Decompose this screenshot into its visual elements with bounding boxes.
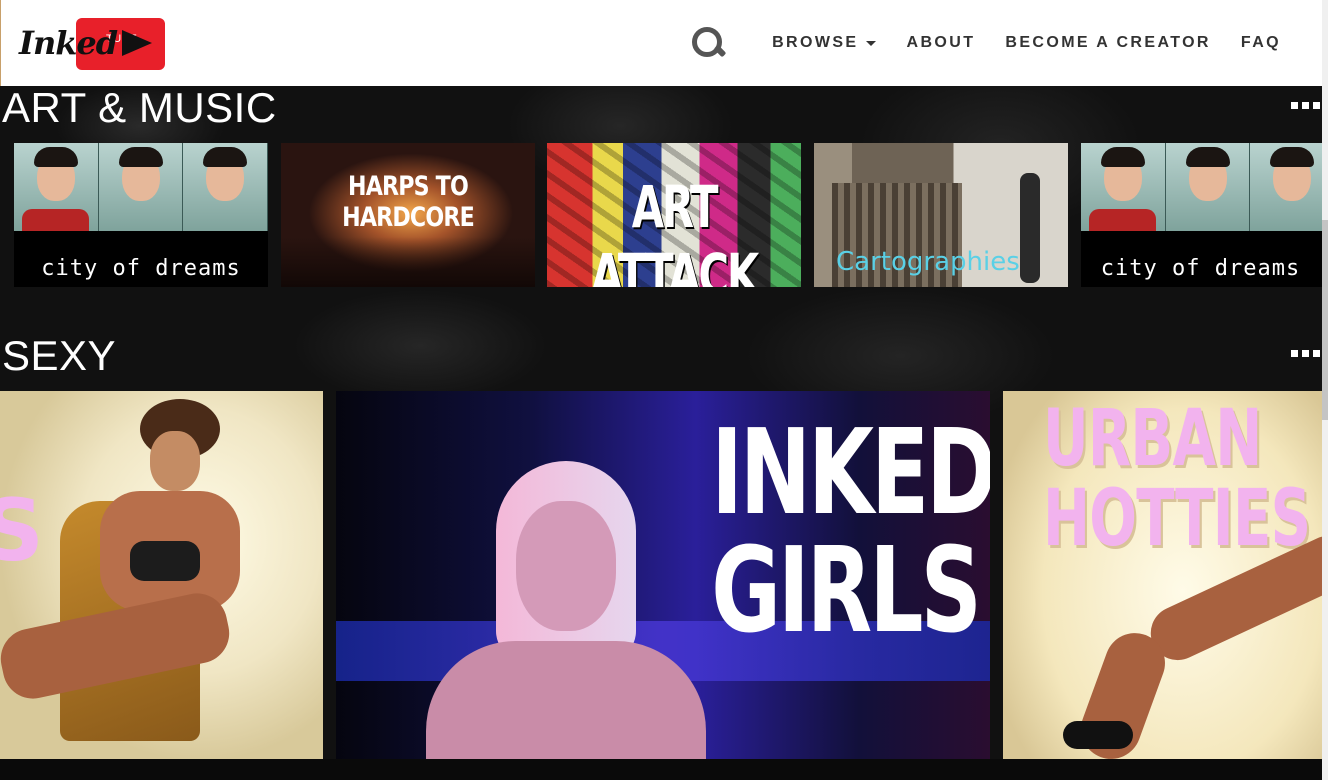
nav-browse-label: BROWSE xyxy=(772,34,859,51)
video-card-inked-girls[interactable]: INKED GIRLS xyxy=(336,391,990,759)
caret-down-icon xyxy=(866,40,877,46)
tile-label: Cartographies xyxy=(836,247,1020,277)
play-icon xyxy=(122,30,152,56)
tile-label: ART ATTACK xyxy=(590,173,759,287)
video-tile-city-of-dreams[interactable]: city of dreams xyxy=(14,143,268,287)
nav-become-creator[interactable]: BECOME A CREATOR xyxy=(1005,34,1211,52)
tile-label: city of dreams xyxy=(1100,256,1301,281)
card-title-line-2: HOTTIES xyxy=(1043,474,1311,564)
nav-about[interactable]: ABOUT xyxy=(906,34,975,52)
bottom-strip xyxy=(0,759,1322,780)
section-title-sexy: SEXY xyxy=(2,332,117,379)
page-scrollbar[interactable] xyxy=(1322,0,1328,780)
more-icon[interactable] xyxy=(1291,350,1320,357)
site-header: TUBE Inked BROWSE ABOUT BECOME A CREATOR… xyxy=(0,0,1323,86)
logo-script-text: Inked xyxy=(19,24,118,62)
card-label: S xyxy=(0,481,44,581)
section-title-art-music: ART & MUSIC xyxy=(2,84,277,131)
tile-label: HARPS TO HARDCORE xyxy=(342,171,475,233)
nav-browse[interactable]: BROWSE xyxy=(772,34,877,52)
card-title-line-2: GIRLS xyxy=(711,521,982,659)
card-title-line-1: URBAN xyxy=(1043,394,1262,484)
nav-faq[interactable]: FAQ xyxy=(1241,34,1281,52)
video-card-urban-hotties[interactable]: URBAN HOTTIES xyxy=(1003,391,1322,759)
video-tile-harps-to-hardcore[interactable]: HARPS TO HARDCORE xyxy=(281,143,535,287)
video-tile-city-of-dreams-2[interactable]: city of dreams xyxy=(1081,143,1322,287)
tile-thumbnail xyxy=(1081,143,1322,231)
art-music-carousel: city of dreams HARPS TO HARDCORE ART ATT… xyxy=(0,143,1322,287)
video-card-pinup[interactable]: S xyxy=(0,391,323,759)
main-nav: BROWSE ABOUT BECOME A CREATOR FAQ xyxy=(690,0,1281,86)
video-tile-art-attack[interactable]: ART ATTACK xyxy=(547,143,801,287)
card-title: INKED GIRLS xyxy=(711,403,990,659)
tile-label: city of dreams xyxy=(41,256,241,281)
search-icon[interactable] xyxy=(690,25,727,61)
more-icon[interactable] xyxy=(1291,102,1320,109)
tile-thumbnail xyxy=(14,143,268,231)
card-title: URBAN HOTTIES xyxy=(1043,394,1311,564)
site-logo[interactable]: TUBE Inked xyxy=(19,18,165,70)
card-title-line-1: INKED xyxy=(711,403,990,541)
scrollbar-thumb[interactable] xyxy=(1322,220,1328,420)
sexy-carousel: S INKED GIRLS URBAN HOTTIES xyxy=(0,391,1322,759)
video-tile-cartographies[interactable]: Cartographies xyxy=(814,143,1068,287)
